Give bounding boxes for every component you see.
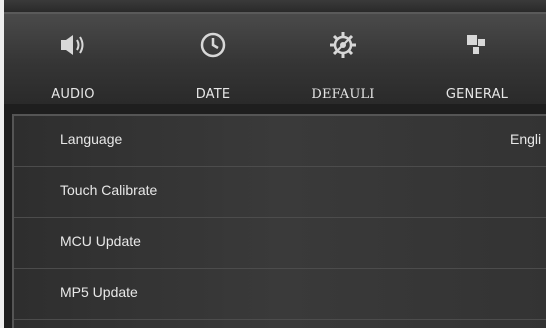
clock-icon — [197, 29, 229, 61]
blocks-icon — [461, 29, 493, 61]
tab-date[interactable]: DATE — [154, 14, 272, 104]
setting-row-mp5-update[interactable]: MP5 Update — [14, 269, 546, 320]
settings-list: Language Engli Touch Calibrate MCU Updat… — [12, 114, 546, 328]
gear-icon — [327, 29, 359, 61]
tab-label: DEFAULI — [311, 87, 375, 102]
tab-default[interactable]: DEFAULI — [284, 14, 402, 104]
tab-label: DATE — [195, 87, 231, 102]
settings-screen: AUDIO DATE DEFAULI GENERAL Language Engl… — [4, 0, 546, 328]
setting-label: Touch Calibrate — [60, 182, 158, 198]
setting-label: MCU Update — [60, 233, 141, 249]
tab-label: AUDIO — [51, 87, 95, 102]
tab-general[interactable]: GENERAL — [418, 14, 536, 104]
setting-row-touch-calibrate[interactable]: Touch Calibrate — [14, 167, 546, 218]
top-bezel — [4, 0, 546, 14]
tab-audio[interactable]: AUDIO — [14, 14, 132, 104]
setting-label: MP5 Update — [60, 284, 138, 300]
setting-row-mcu-update[interactable]: MCU Update — [14, 218, 546, 269]
tab-label: GENERAL — [445, 87, 509, 102]
speaker-icon — [57, 29, 89, 61]
setting-label: Language — [60, 131, 123, 147]
setting-value: Engli — [510, 131, 542, 147]
setting-row-language[interactable]: Language Engli — [14, 116, 546, 167]
category-tab-bar: AUDIO DATE DEFAULI GENERAL — [4, 14, 546, 104]
